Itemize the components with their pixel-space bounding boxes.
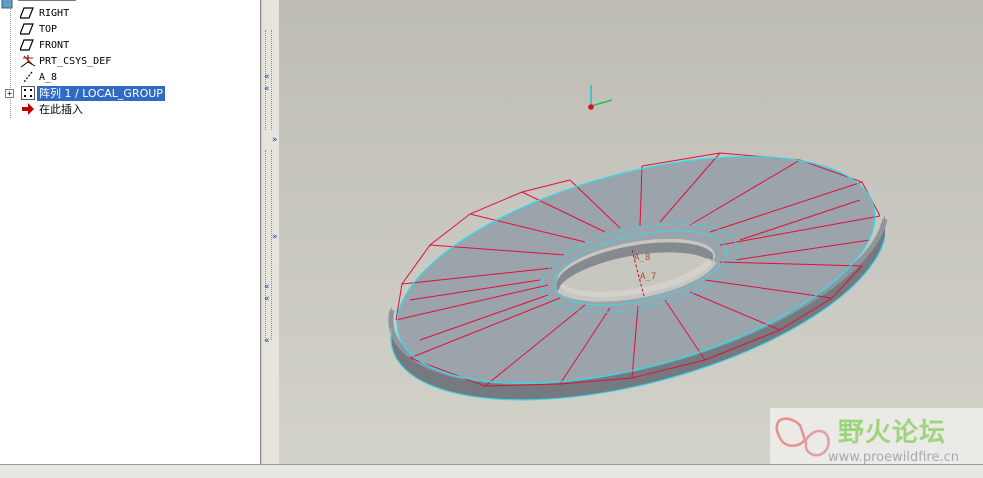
graphics-viewport[interactable]: A_8 A_7 野火论坛 www.proewildfire.cn (279, 0, 983, 464)
tree-item-label: 在此插入 (39, 103, 83, 116)
tree-item-label: TOP (39, 24, 58, 35)
tree-item-label: PRT_CSYS_DEF (39, 56, 112, 67)
collapse-left-icon[interactable]: « (264, 282, 270, 292)
pattern-icon (21, 86, 35, 100)
tree-item-label: A_8 (39, 72, 58, 83)
panel-splitter[interactable]: « « » » « « « (261, 0, 280, 464)
tree-root-label (18, 0, 76, 1)
collapse-left-icon[interactable]: « (264, 84, 270, 94)
expand-right-icon[interactable]: » (272, 232, 278, 242)
tree-item-label: 阵列 1 / LOCAL_GROUP (37, 86, 165, 101)
collapse-left-icon[interactable]: « (264, 294, 270, 304)
washer-part[interactable] (373, 113, 898, 428)
insert-here-arrow-icon (22, 103, 34, 115)
datum-plane-icon (20, 7, 34, 19)
tree-item-prt-csys-def[interactable]: PRT_CSYS_DEF (0, 54, 200, 69)
tree-item-a-8[interactable]: A_8 (0, 70, 200, 85)
tree-root-item[interactable] (0, 0, 90, 9)
model-tree-panel: RIGHT TOP FRONT PRT_CSYS_DEF A_8 + 阵列 1 … (0, 0, 261, 464)
collapse-left-icon[interactable]: « (264, 336, 270, 346)
collapse-left-icon[interactable]: « (264, 72, 270, 82)
tree-item-top[interactable]: TOP (0, 22, 200, 37)
tree-item-front[interactable]: FRONT (0, 38, 200, 53)
expand-toggle[interactable]: + (5, 89, 14, 98)
coordinate-system-icon (20, 55, 36, 68)
tree-item-label: FRONT (39, 40, 70, 51)
watermark-url: www.proewildfire.cn (828, 450, 959, 464)
watermark-title: 野火论坛 (838, 418, 946, 448)
datum-axis-icon (23, 71, 33, 83)
splitter-grip (265, 150, 272, 340)
forum-watermark: 野火论坛 www.proewildfire.cn (770, 408, 983, 464)
axis-label-a-8: A_8 (634, 253, 650, 263)
tree-item-label: RIGHT (39, 8, 70, 19)
tree-item-pattern-group[interactable]: + 阵列 1 / LOCAL_GROUP (0, 86, 200, 101)
datum-plane-icon (20, 39, 34, 51)
tree-item-right[interactable]: RIGHT (0, 6, 200, 21)
expand-right-icon[interactable]: » (272, 135, 278, 145)
coordinate-triad-icon (588, 85, 613, 110)
datum-plane-icon (20, 23, 34, 35)
tree-item-insert-here[interactable]: 在此插入 (0, 102, 200, 117)
axis-label-a-7: A_7 (640, 272, 656, 282)
model-canvas[interactable]: A_8 A_7 野火论坛 www.proewildfire.cn (279, 0, 983, 464)
status-bar (0, 464, 983, 478)
